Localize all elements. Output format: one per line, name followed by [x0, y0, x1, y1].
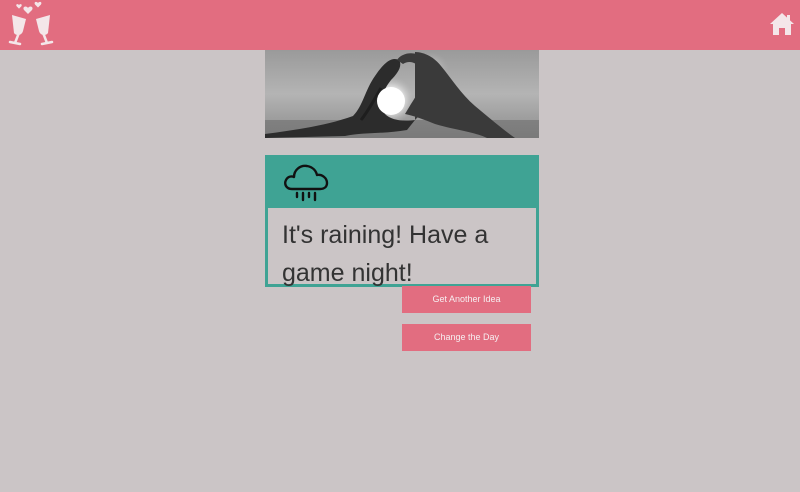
weather-idea-card: It's raining! Have a game night!	[265, 155, 539, 287]
change-the-day-button[interactable]: Change the Day	[402, 324, 531, 351]
get-another-idea-button[interactable]: Get Another Idea	[402, 286, 531, 313]
rain-cloud-icon	[284, 164, 329, 202]
hero-image	[265, 50, 539, 138]
weather-idea-message: It's raining! Have a game night!	[268, 208, 536, 287]
top-bar	[0, 0, 800, 50]
wine-glasses-toast-icon[interactable]	[6, 1, 56, 47]
home-icon[interactable]	[769, 12, 795, 36]
hands-heart-photo	[265, 50, 539, 138]
